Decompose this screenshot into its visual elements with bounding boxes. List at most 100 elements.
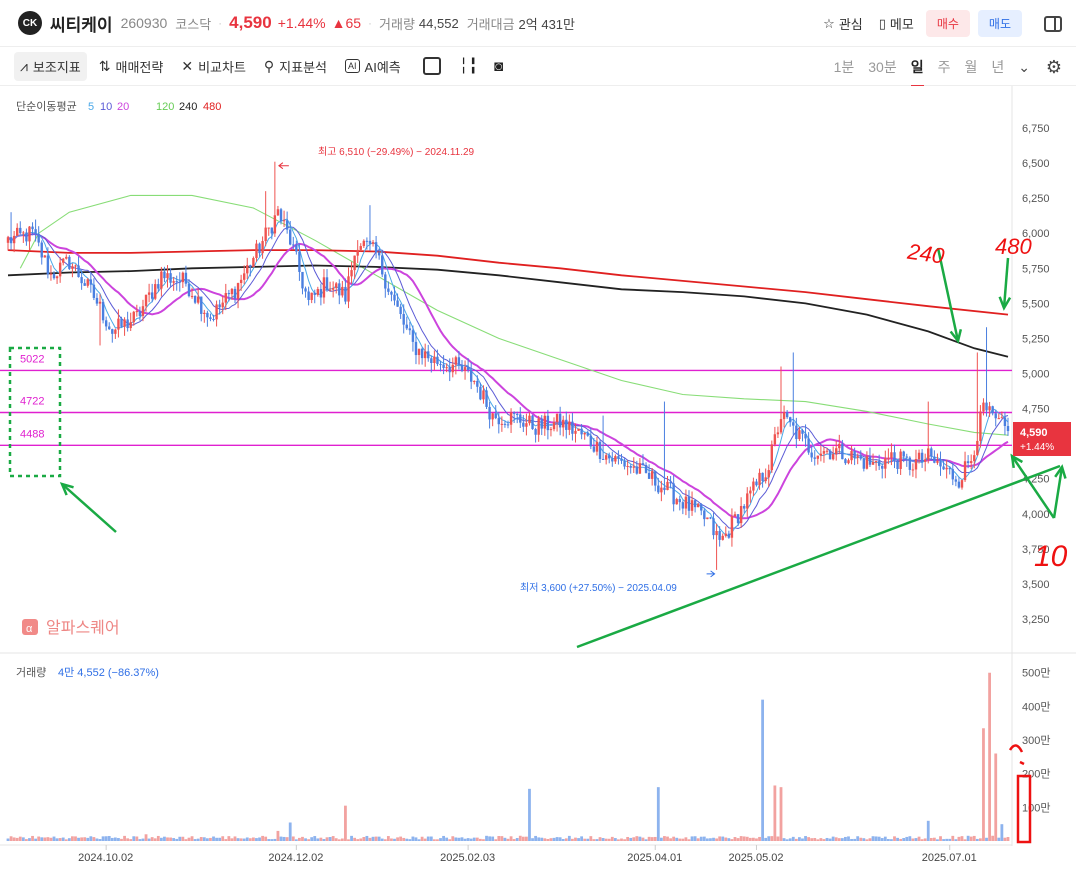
volume-bar — [261, 835, 265, 841]
sell-button[interactable]: 매도 — [977, 10, 1022, 37]
candle-body — [457, 357, 461, 365]
volume-bar — [696, 838, 700, 841]
volume-bar — [1006, 837, 1010, 841]
ai-predict-button[interactable]: AI AI예측 — [339, 52, 407, 81]
candle-body — [611, 458, 614, 462]
candle-type-icon[interactable]: ╎╏ — [459, 56, 478, 76]
candle-body — [117, 318, 120, 330]
volume-bar — [807, 837, 811, 841]
volume-bar — [83, 837, 87, 841]
volume-bar — [156, 835, 160, 841]
candle-body — [635, 466, 639, 474]
candle-body — [608, 455, 611, 459]
candle-body — [387, 288, 390, 292]
indicator-button[interactable]: ⩘ 보조지표 — [14, 51, 87, 81]
volume-bar — [500, 836, 504, 841]
candle-body — [68, 256, 71, 269]
candle-body — [52, 273, 56, 279]
volume-bar — [445, 837, 449, 841]
volume-bar — [460, 837, 464, 841]
analysis-button[interactable]: ⚲ 지표분석 — [258, 52, 333, 81]
compare-button[interactable]: ✕ 비교차트 — [175, 52, 252, 81]
volume-bar — [834, 837, 838, 841]
settings-gear-icon[interactable]: ⚙ — [1046, 57, 1062, 78]
volume-bar — [617, 839, 620, 841]
candle-body — [506, 424, 510, 426]
side-panel-icon[interactable] — [1044, 15, 1062, 32]
camera-icon[interactable]: ◙ — [494, 58, 503, 75]
candle-body — [55, 276, 59, 279]
volume-bar — [905, 836, 909, 841]
candle-body — [822, 451, 826, 454]
candle-body — [114, 329, 117, 334]
candle-body — [770, 444, 774, 471]
candle-body — [405, 324, 408, 329]
volume-bar — [687, 839, 691, 841]
handwritten-note-480: 480 — [995, 234, 1032, 259]
volume-bar — [874, 836, 878, 841]
square-tool-icon[interactable] — [422, 57, 441, 75]
period-tab[interactable]: 일 — [910, 47, 924, 87]
candle-body — [687, 496, 691, 511]
candle-body — [377, 252, 381, 256]
candle-body — [304, 288, 307, 292]
period-tab[interactable]: 1분 — [834, 47, 855, 87]
candle-body — [957, 481, 961, 488]
candle-body — [525, 423, 528, 427]
candle-body — [12, 235, 16, 244]
candle-body — [838, 443, 841, 449]
volume-bar — [969, 836, 973, 841]
candle-body — [681, 502, 685, 509]
period-tab[interactable]: 월 — [964, 47, 977, 87]
candle-body — [43, 255, 47, 258]
period-tab[interactable]: 30분 — [868, 47, 896, 87]
volume-bar — [291, 836, 295, 841]
candle-body — [706, 517, 709, 520]
memo-button[interactable]: ▯ 메모 — [875, 14, 918, 33]
price-chart[interactable]: 6,7506,5006,2506,0005,7505,5005,2505,000… — [0, 86, 1076, 872]
volume-bar — [417, 839, 421, 841]
volume-bar — [488, 836, 491, 841]
support-line-label: 4488 — [20, 428, 44, 440]
candle-body — [847, 460, 850, 464]
volume-bar — [432, 839, 436, 841]
strategy-button[interactable]: ⇅ 매매전략 — [93, 52, 170, 81]
volume-bar — [702, 836, 706, 841]
volume-bar — [755, 838, 758, 841]
favorite-button[interactable]: ☆ 관심 — [819, 14, 867, 33]
candle-body — [939, 461, 942, 467]
volume-bar — [77, 837, 80, 841]
volume-bar — [899, 838, 903, 841]
volume-bar — [709, 838, 712, 841]
candle-body — [218, 304, 221, 308]
candle-body — [292, 244, 295, 246]
candle-body — [439, 364, 442, 366]
period-more-chevron-icon[interactable]: ⌄ — [1018, 47, 1030, 87]
volume-bar — [107, 836, 111, 841]
period-tab[interactable]: 년 — [991, 47, 1004, 87]
volume-bar — [825, 837, 829, 841]
candle-body — [267, 227, 270, 229]
volume-bar — [656, 787, 660, 841]
candle-body — [678, 499, 681, 503]
volume-bar — [595, 839, 599, 841]
candle-body — [16, 227, 19, 236]
candle-body — [135, 311, 139, 313]
volume-bar — [561, 838, 565, 841]
volume-bar — [294, 839, 298, 841]
period-tab[interactable]: 주 — [938, 47, 951, 87]
chart-toolbar: ⩘ 보조지표 ⇅ 매매전략 ✕ 비교차트 ⚲ 지표분석 AI AI예측 ╎╏ ◙… — [0, 46, 1076, 87]
candle-body — [482, 390, 485, 400]
candle-body — [28, 226, 31, 242]
candle-body — [451, 364, 454, 373]
buy-button[interactable]: 매수 — [925, 10, 970, 37]
volume-bar — [847, 836, 850, 841]
candle-body — [963, 461, 967, 481]
volume-bar — [52, 836, 56, 841]
volume-bar — [761, 699, 765, 841]
candle-body — [289, 229, 292, 245]
candle-body — [157, 284, 160, 289]
volume-bar — [478, 838, 482, 841]
candle-body — [25, 232, 28, 242]
candle-body — [129, 322, 132, 329]
